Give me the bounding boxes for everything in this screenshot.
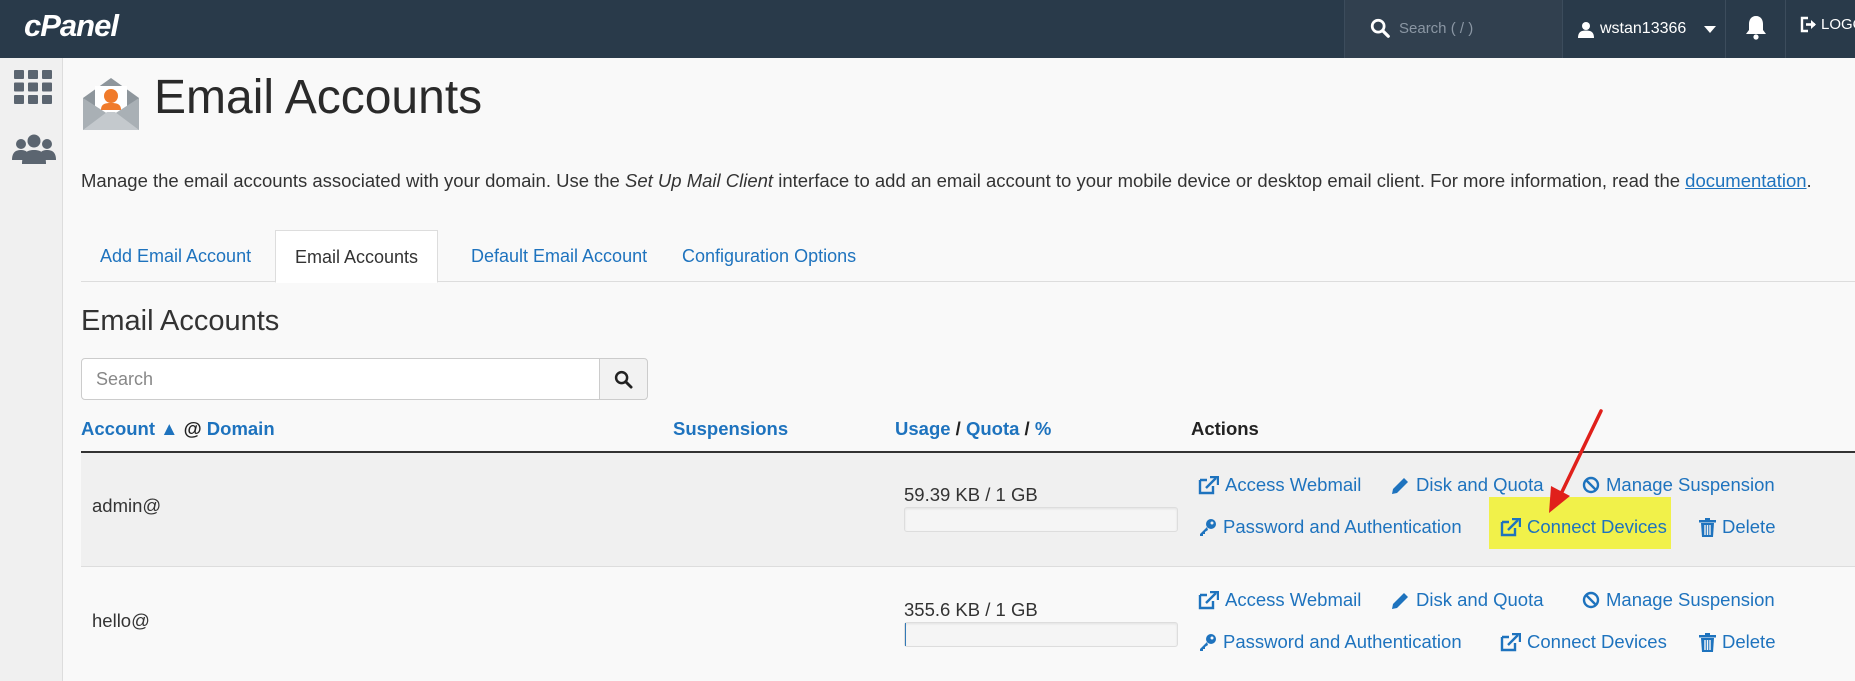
usage-progress-bar bbox=[904, 507, 1178, 532]
intro-text-start: Manage the email accounts associated wit… bbox=[81, 170, 625, 191]
sidebar bbox=[0, 58, 63, 681]
grid-icon[interactable] bbox=[14, 70, 52, 104]
intro-text-middle: interface to add an email account to you… bbox=[773, 170, 1686, 191]
external-link-icon bbox=[1198, 475, 1219, 494]
external-link-icon bbox=[1198, 590, 1219, 609]
connect-devices-button[interactable]: Connect Devices bbox=[1500, 516, 1667, 538]
connect-devices-label: Connect Devices bbox=[1527, 516, 1667, 537]
search-input[interactable] bbox=[81, 358, 600, 400]
password-and-authentication-label: Password and Authentication bbox=[1223, 516, 1462, 537]
trash-icon bbox=[1699, 517, 1716, 537]
sort-domain-link[interactable]: Domain bbox=[207, 418, 275, 439]
pencil-icon bbox=[1392, 477, 1408, 494]
table-row: hello@ 355.6 KB / 1 GB bbox=[81, 568, 1855, 681]
column-header-suspensions: Suspensions bbox=[673, 418, 788, 440]
access-webmail-label: Access Webmail bbox=[1225, 474, 1362, 495]
user-icon bbox=[1578, 21, 1594, 38]
access-webmail-button[interactable]: Access Webmail bbox=[1198, 474, 1361, 496]
email-accounts-icon bbox=[83, 78, 139, 130]
key-icon bbox=[1200, 633, 1216, 651]
search-icon bbox=[1370, 18, 1390, 38]
section-title: Email Accounts bbox=[81, 305, 280, 337]
page-title: Email Accounts bbox=[154, 71, 483, 124]
ban-icon bbox=[1582, 591, 1600, 609]
delete-button[interactable]: Delete bbox=[1699, 631, 1775, 653]
tab-default-email-account[interactable]: Default Email Account bbox=[452, 230, 666, 282]
divider bbox=[1785, 0, 1786, 58]
key-icon bbox=[1200, 518, 1216, 536]
disk-and-quota-button[interactable]: Disk and Quota bbox=[1391, 474, 1544, 496]
access-webmail-label: Access Webmail bbox=[1225, 589, 1362, 610]
actions-header-label: Actions bbox=[1191, 418, 1259, 439]
connect-devices-button[interactable]: Connect Devices bbox=[1500, 631, 1667, 653]
manage-suspension-label: Manage Suspension bbox=[1606, 589, 1775, 610]
sort-suspensions-link[interactable]: Suspensions bbox=[673, 418, 788, 439]
column-header-actions: Actions bbox=[1191, 418, 1259, 440]
usage-text: 355.6 KB / 1 GB bbox=[904, 599, 1038, 620]
sort-account-link[interactable]: Account bbox=[81, 418, 155, 439]
disk-and-quota-label: Disk and Quota bbox=[1416, 474, 1544, 495]
username: wstan13366 bbox=[1600, 20, 1687, 37]
header-separator: / bbox=[955, 418, 961, 439]
chevron-down-icon bbox=[1704, 25, 1717, 33]
logout-icon bbox=[1800, 16, 1816, 33]
manage-suspension-label: Manage Suspension bbox=[1606, 474, 1775, 495]
delete-label: Delete bbox=[1722, 631, 1776, 652]
delete-button[interactable]: Delete bbox=[1699, 516, 1775, 538]
access-webmail-button[interactable]: Access Webmail bbox=[1198, 589, 1361, 611]
column-header-usage: Usage / Quota / % bbox=[895, 418, 1051, 440]
top-navbar: cPanel wstan13366 LOGOUT bbox=[0, 0, 1855, 58]
external-link-icon bbox=[1500, 517, 1521, 536]
divider bbox=[1725, 0, 1726, 58]
users-icon[interactable] bbox=[12, 133, 56, 165]
disk-and-quota-label: Disk and Quota bbox=[1416, 589, 1544, 610]
password-and-authentication-label: Password and Authentication bbox=[1223, 631, 1462, 652]
disk-and-quota-button[interactable]: Disk and Quota bbox=[1391, 589, 1544, 611]
sort-percent-link[interactable]: % bbox=[1035, 418, 1051, 439]
search-icon bbox=[614, 370, 633, 389]
header-separator: / bbox=[1024, 418, 1030, 439]
global-search-input[interactable] bbox=[1399, 14, 1549, 42]
tab-email-accounts[interactable]: Email Accounts bbox=[275, 230, 439, 283]
column-header-account: Account ▲ @ Domain bbox=[81, 418, 275, 440]
documentation-link[interactable]: documentation bbox=[1685, 170, 1806, 191]
password-and-authentication-button[interactable]: Password and Authentication bbox=[1198, 516, 1462, 538]
password-and-authentication-button[interactable]: Password and Authentication bbox=[1198, 631, 1462, 653]
tab-bar: Add Email Account Email Accounts Default… bbox=[81, 230, 1855, 283]
account-name: hello@ bbox=[92, 610, 150, 631]
intro-text: Manage the email accounts associated wit… bbox=[81, 170, 1812, 192]
logout-label: LOGOUT bbox=[1821, 16, 1855, 33]
annotation-arrow bbox=[1549, 409, 1603, 513]
external-link-icon bbox=[1500, 632, 1521, 651]
sort-usage-link[interactable]: Usage bbox=[895, 418, 951, 439]
manage-suspension-button[interactable]: Manage Suspension bbox=[1582, 589, 1775, 611]
global-search[interactable] bbox=[1344, 0, 1563, 58]
logout-button[interactable]: LOGOUT bbox=[1800, 16, 1855, 33]
bell-icon[interactable] bbox=[1744, 14, 1768, 40]
search-button[interactable] bbox=[599, 358, 648, 400]
tab-configuration-options[interactable]: Configuration Options bbox=[663, 230, 875, 282]
intro-emphasis: Set Up Mail Client bbox=[625, 170, 774, 191]
intro-text-end: . bbox=[1806, 170, 1812, 191]
tab-add-email-account[interactable]: Add Email Account bbox=[81, 230, 270, 282]
user-menu[interactable]: wstan13366 bbox=[1578, 15, 1717, 43]
connect-devices-label: Connect Devices bbox=[1527, 631, 1667, 652]
usage-text: 59.39 KB / 1 GB bbox=[904, 484, 1038, 505]
sort-quota-link[interactable]: Quota bbox=[966, 418, 1019, 439]
pencil-icon bbox=[1392, 592, 1408, 609]
account-name: admin@ bbox=[92, 495, 162, 516]
at-symbol: @ bbox=[183, 418, 202, 439]
sort-ascending-icon: ▲ bbox=[160, 418, 179, 439]
usage-progress-bar bbox=[904, 622, 1178, 647]
cpanel-logo[interactable]: cPanel bbox=[24, 8, 119, 44]
delete-label: Delete bbox=[1722, 516, 1776, 537]
trash-icon bbox=[1699, 632, 1716, 652]
